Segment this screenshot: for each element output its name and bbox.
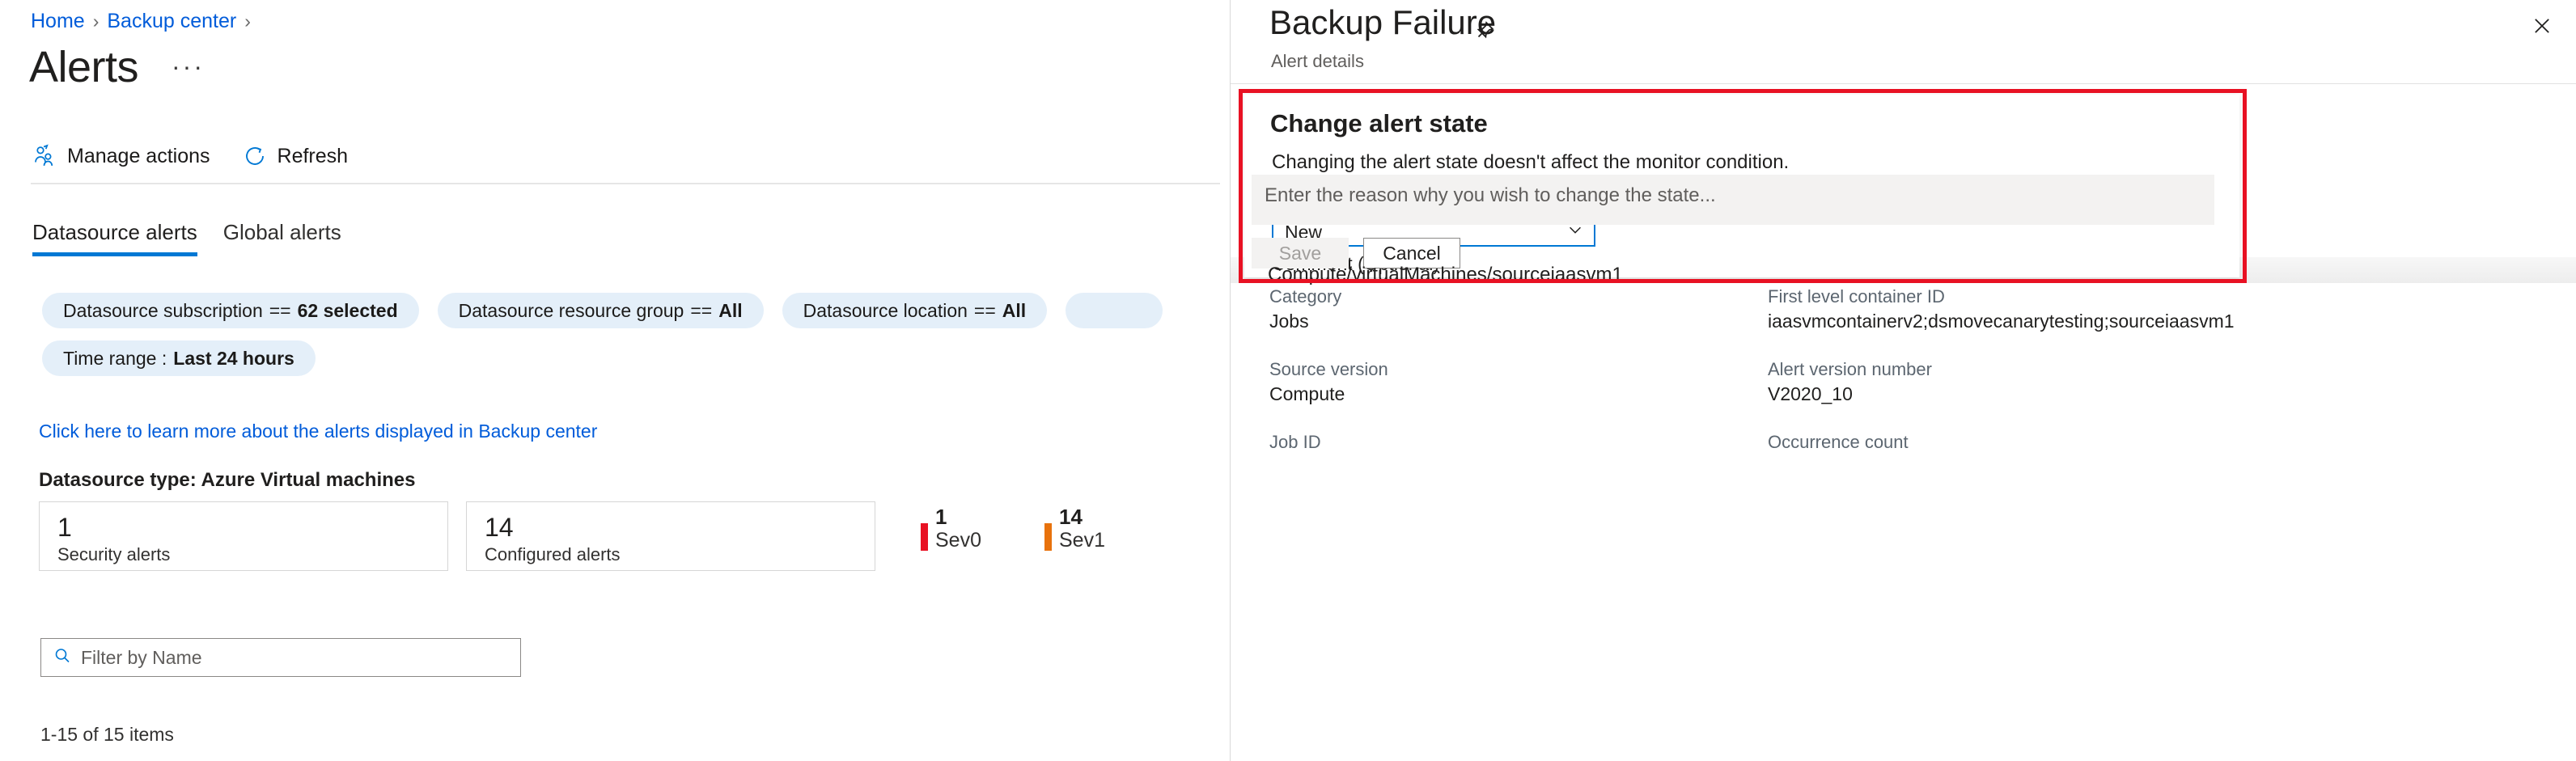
detail-value: Jobs: [1269, 309, 1787, 333]
tab-datasource-alerts[interactable]: Datasource alerts: [32, 220, 197, 256]
card-configured-alerts[interactable]: 14 Configured alerts: [466, 501, 875, 571]
comment-textarea[interactable]: [1252, 175, 2214, 225]
filter-pill-operator: ==: [974, 300, 996, 322]
refresh-label: Refresh: [278, 145, 349, 168]
command-bar: Manage actions Refresh: [32, 144, 348, 168]
severity-count: 14: [1059, 505, 1105, 528]
filter-pill-name: Datasource subscription: [63, 300, 263, 322]
filter-pill-row-1: Datasource subscription == 62 selected D…: [42, 293, 1163, 328]
severity-sev0[interactable]: 1 Sev0: [921, 505, 981, 552]
filter-pill-name: Datasource location: [803, 300, 968, 322]
filter-pill-row-2: Time range : Last 24 hours: [42, 340, 316, 376]
breadcrumb-item-home[interactable]: Home: [31, 10, 85, 33]
filter-pill-value: 62 selected: [298, 300, 398, 322]
detail-field-alert-version-number: Alert version number V2020_10: [1768, 357, 2415, 406]
learn-more-link[interactable]: Click here to learn more about the alert…: [39, 421, 597, 442]
breadcrumb-item-backup-center[interactable]: Backup center: [107, 10, 236, 33]
filter-pill-value: All: [1002, 300, 1026, 322]
breadcrumb-separator-icon: ›: [93, 11, 100, 32]
severity-count: 1: [935, 505, 981, 528]
card-caption: Security alerts: [57, 544, 430, 565]
command-bar-divider: [31, 183, 1220, 184]
detail-label: Source version: [1269, 357, 1787, 382]
dialog-title: Change alert state: [1270, 109, 1488, 138]
search-icon: [53, 646, 72, 670]
detail-field-category: Category Jobs: [1269, 285, 1787, 333]
manage-actions-button[interactable]: Manage actions: [32, 144, 210, 168]
filter-pill-value: Last 24 hours: [173, 348, 294, 370]
panel-title: Backup Failure: [1269, 3, 1496, 42]
filter-pill-operator: ==: [690, 300, 712, 322]
people-icon: [32, 144, 57, 168]
detail-label: Job ID: [1269, 430, 1787, 454]
detail-label: First level container ID: [1768, 285, 2415, 309]
breadcrumb: Home › Backup center ›: [31, 10, 251, 33]
details-column-right: First level container ID iaasvmcontainer…: [1768, 285, 2415, 479]
datasource-type-heading: Datasource type: Azure Virtual machines: [39, 469, 416, 492]
detail-field-first-level-container-id: First level container ID iaasvmcontainer…: [1768, 285, 2415, 333]
filter-pill-operator: ==: [269, 300, 291, 322]
dialog-description: Changing the alert state doesn't affect …: [1272, 151, 1789, 174]
detail-label: Alert version number: [1768, 357, 2415, 382]
close-panel-button[interactable]: [2521, 6, 2563, 49]
detail-label: Occurrence count: [1768, 430, 2415, 454]
alert-details-panel: Backup Failure Alert details Compute/vir…: [1230, 0, 2576, 761]
severity-color-bar: [921, 523, 928, 551]
filter-pill-value: All: [718, 300, 742, 322]
search-input[interactable]: [81, 647, 509, 669]
refresh-button[interactable]: Refresh: [243, 144, 349, 168]
filter-pill-name: Datasource resource group: [459, 300, 684, 322]
filter-pill-datasource-subscription[interactable]: Datasource subscription == 62 selected: [42, 293, 419, 328]
severity-sev1[interactable]: 14 Sev1: [1044, 505, 1105, 552]
tab-list: Datasource alerts Global alerts: [32, 220, 341, 256]
manage-actions-label: Manage actions: [67, 145, 210, 168]
filter-pill-datasource-resource-group[interactable]: Datasource resource group == All: [438, 293, 764, 328]
item-count-label: 1-15 of 15 items: [40, 724, 174, 746]
close-icon: [2531, 15, 2553, 41]
filter-pill-name: Time range :: [63, 348, 167, 370]
page-title: Alerts: [29, 42, 138, 92]
detail-field-source-version: Source version Compute: [1269, 357, 1787, 406]
severity-color-bar: [1044, 523, 1052, 551]
severity-summary: 1 Sev0 14 Sev1: [921, 505, 1105, 552]
alerts-pane: Home › Backup center › Alerts ··· Manage…: [0, 0, 1230, 761]
details-column-left: Category Jobs Source version Compute Job…: [1269, 285, 1787, 479]
breadcrumb-separator-icon: ›: [244, 11, 251, 32]
severity-label: Sev0: [935, 528, 981, 552]
card-security-alerts[interactable]: 1 Security alerts: [39, 501, 448, 571]
detail-value: V2020_10: [1768, 382, 2415, 406]
detail-field-job-id: Job ID: [1269, 430, 1787, 454]
page-more-menu-button[interactable]: ···: [172, 58, 205, 74]
resource-path-text: Compute/virtualMachines/sourceiaasvm1: [1268, 264, 1623, 286]
summary-cards: 1 Security alerts 14 Configured alerts: [39, 501, 875, 571]
panel-subtitle: Alert details: [1271, 51, 1364, 72]
filter-by-name-box[interactable]: [40, 638, 521, 677]
filter-pill-datasource-location[interactable]: Datasource location == All: [782, 293, 1048, 328]
filter-pill-overflow[interactable]: [1066, 293, 1163, 328]
detail-field-occurrence-count: Occurrence count: [1768, 430, 2415, 454]
card-number: 1: [57, 514, 430, 541]
tab-global-alerts[interactable]: Global alerts: [223, 220, 341, 256]
card-caption: Configured alerts: [485, 544, 857, 565]
detail-value: Compute: [1269, 382, 1787, 406]
detail-value: iaasvmcontainerv2;dsmovecanarytesting;so…: [1768, 309, 2415, 333]
detail-label: Category: [1269, 285, 1787, 309]
filter-pill-time-range[interactable]: Time range : Last 24 hours: [42, 340, 316, 376]
refresh-icon: [243, 144, 267, 168]
pin-icon[interactable]: [1472, 19, 1496, 44]
azure-portal-screen: Home › Backup center › Alerts ··· Manage…: [0, 0, 2576, 761]
card-number: 14: [485, 514, 857, 541]
severity-label: Sev1: [1059, 528, 1105, 552]
